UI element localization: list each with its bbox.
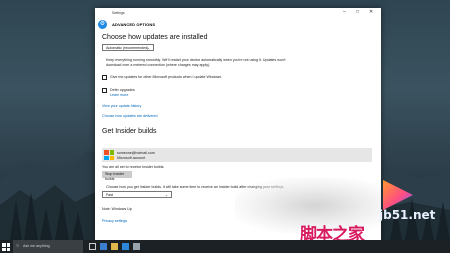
microsoft-logo-icon: [104, 150, 114, 160]
watermark-site: jb51.net: [379, 208, 436, 222]
account-type: Microsoft account: [117, 156, 146, 160]
settings-taskbar-icon[interactable]: [133, 243, 140, 250]
edge-icon[interactable]: [100, 243, 107, 250]
chevron-down-icon: ⌄: [164, 193, 168, 197]
minimize-icon[interactable]: –: [343, 10, 346, 15]
account-tile: someone@hotmail.com Microsoft account: [102, 148, 372, 162]
search-placeholder: Ask me anything: [23, 244, 50, 248]
insider-pace-dropdown[interactable]: Fast ⌄: [102, 191, 172, 198]
update-mode-desc-1: Keep everything running smoothly. We'll …: [106, 58, 286, 62]
other-products-checkbox[interactable]: [102, 75, 107, 80]
maximize-icon[interactable]: □: [356, 10, 359, 15]
taskbar: ○ Ask me anything: [0, 240, 450, 253]
page-header: ⚙ ADVANCED OPTIONS: [95, 18, 381, 32]
privacy-settings-link[interactable]: Privacy settings: [102, 219, 127, 223]
file-explorer-icon[interactable]: [111, 243, 118, 250]
update-mode-desc-2: download over a metered connection (wher…: [106, 63, 211, 67]
settings-window: Settings – □ ✕ ⚙ ADVANCED OPTIONS Choose…: [95, 8, 381, 240]
page-title: ADVANCED OPTIONS: [112, 22, 156, 27]
update-history-link[interactable]: View your update history: [102, 104, 141, 108]
updates-section-title: Choose how updates are installed: [102, 34, 208, 41]
windows-start-icon[interactable]: [2, 243, 10, 251]
learn-more-link[interactable]: Learn more: [110, 93, 128, 97]
window-title: Settings: [112, 11, 125, 15]
account-email: someone@hotmail.com: [117, 151, 155, 155]
insider-ready-text: You are all set to receive Insider build…: [102, 165, 165, 169]
stop-insider-button[interactable]: Stop Insider builds: [102, 171, 132, 181]
store-icon[interactable]: [122, 243, 129, 250]
defer-upgrades-label: Defer upgrades: [110, 88, 135, 92]
title-bar: Settings – □ ✕: [95, 8, 381, 18]
insider-section-title: Get Insider builds: [102, 128, 157, 135]
gear-icon: ⚙: [98, 20, 107, 29]
close-icon[interactable]: ✕: [369, 10, 373, 15]
search-icon: ○: [16, 243, 20, 249]
task-view-icon[interactable]: [89, 243, 96, 250]
other-products-label: Give me updates for other Microsoft prod…: [110, 75, 223, 79]
chevron-down-icon: ⌄: [146, 46, 150, 50]
defer-upgrades-checkbox[interactable]: [102, 88, 107, 93]
taskbar-search-box[interactable]: ○ Ask me anything: [13, 240, 83, 253]
update-mode-value: Automatic (recommended): [106, 46, 149, 50]
delivery-options-link[interactable]: Choose how updates are delivered: [102, 114, 158, 118]
note-text: Note: Windows Up: [102, 207, 132, 211]
update-mode-dropdown[interactable]: Automatic (recommended) ⌄: [102, 44, 154, 51]
insider-pace-value: Fast: [106, 193, 113, 197]
